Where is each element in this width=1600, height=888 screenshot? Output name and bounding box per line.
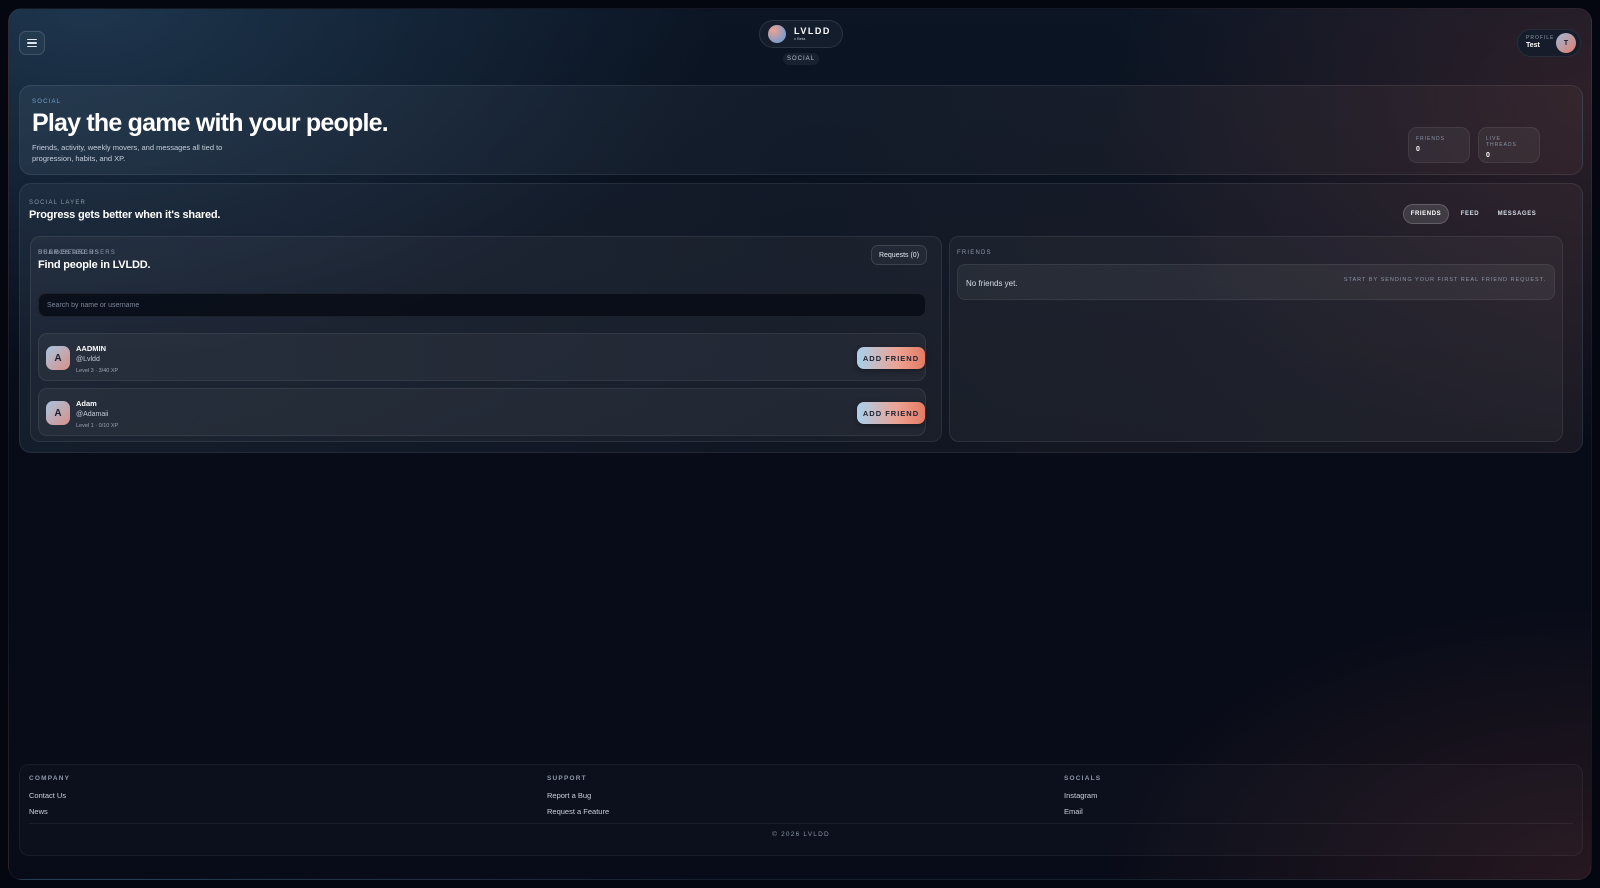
email-link[interactable]: Email [1064,807,1101,816]
user-level: Level 1 · 0/10 XP [76,423,119,429]
footer-heading: COMPANY [29,775,71,782]
brand-orb-icon [768,25,786,43]
profile-button[interactable]: PROFILE Test T [1517,29,1581,57]
hero-description: Friends, activity, weekly movers, and me… [32,143,223,163]
footer-column-support: SUPPORT Report a Bug Request a Feature [547,775,609,816]
brand-logo-button[interactable]: LVLDD v Beta [759,20,843,48]
avatar: A [46,401,70,425]
social-layer-section: SOCIAL LAYER Progress gets better when i… [19,183,1583,453]
tab-friends[interactable]: FRIENDS [1403,204,1449,224]
menu-icon-line [27,45,37,48]
request-feature-link[interactable]: Request a Feature [547,807,609,816]
stat-value: 0 [1416,146,1420,153]
user-handle: @Lvldd [76,356,100,363]
user-handle: @Adamaii [76,411,109,418]
app-frame: LVLDD v Beta SOCIAL PROFILE Test T SOCIA… [8,8,1592,880]
report-bug-link[interactable]: Report a Bug [547,791,609,800]
menu-icon-line [27,42,37,44]
layer-eyebrow: SOCIAL LAYER [29,200,87,206]
search-input[interactable] [38,293,926,317]
copyright: © 2026 LVLDD [772,831,830,838]
tab-feed[interactable]: FEED [1454,204,1486,224]
list-item: A Adam @Adamaii Level 1 · 0/10 XP ADD FR… [38,388,926,436]
list-item: A AADMIN @Lvldd Level 3 · 3/40 XP ADD FR… [38,333,926,381]
brand-name: LVLDD [794,26,831,36]
user-search-panel: USER SEARCH Find people in LVLDD. Reques… [30,236,942,442]
instagram-link[interactable]: Instagram [1064,791,1101,800]
footer-heading: SOCIALS [1064,775,1102,782]
search-title: Find people in LVLDD. [38,259,151,271]
empty-message: No friends yet. [966,279,1018,288]
news-link[interactable]: News [29,807,70,816]
footer-column-socials: SOCIALS Instagram Email [1064,775,1101,816]
avatar: T [1556,33,1576,53]
stat-label: LIVE THREADS [1486,136,1517,148]
stat-label: FRIENDS [1416,136,1445,142]
menu-icon-line [27,38,37,41]
tab-messages[interactable]: MESSAGES [1491,204,1543,224]
stat-card-live-threads: LIVE THREADS 0 [1478,127,1540,163]
friends-panel: FRIENDS No friends yet. START BY SENDING… [949,236,1563,442]
brand-version: v Beta [794,36,806,41]
section-label: SOCIAL [783,53,819,65]
hero-section: SOCIAL Play the game with your people. F… [19,85,1583,175]
page-title: Play the game with your people. [32,109,389,137]
requests-button[interactable]: Requests (0) [871,245,927,265]
footer: COMPANY Contact Us News SUPPORT Report a… [19,764,1583,856]
add-friend-button[interactable]: ADD FRIEND [857,402,925,424]
contact-us-link[interactable]: Contact Us [29,791,70,800]
footer-divider [29,823,1573,824]
profile-name: Test [1526,41,1540,49]
friends-eyebrow: FRIENDS [957,250,992,256]
user-level: Level 3 · 3/40 XP [76,368,119,374]
avatar: A [46,346,70,370]
layer-title: Progress gets better when it's shared. [29,209,221,221]
menu-button[interactable] [19,31,45,55]
footer-heading: SUPPORT [547,775,587,782]
suggested-users-label: SUGGESTED USERS [38,250,117,256]
stat-value: 0 [1486,152,1490,159]
add-friend-button[interactable]: ADD FRIEND [857,347,925,369]
user-name: Adam [76,399,97,408]
stat-card-friends: FRIENDS 0 [1408,127,1470,163]
hero-eyebrow: SOCIAL [32,99,62,105]
footer-column-company: COMPANY Contact Us News [29,775,70,816]
empty-hint: START BY SENDING YOUR FIRST REAL FRIEND … [1343,277,1546,283]
user-name: AADMIN [76,344,106,353]
friends-empty-state: No friends yet. START BY SENDING YOUR FI… [957,264,1555,300]
